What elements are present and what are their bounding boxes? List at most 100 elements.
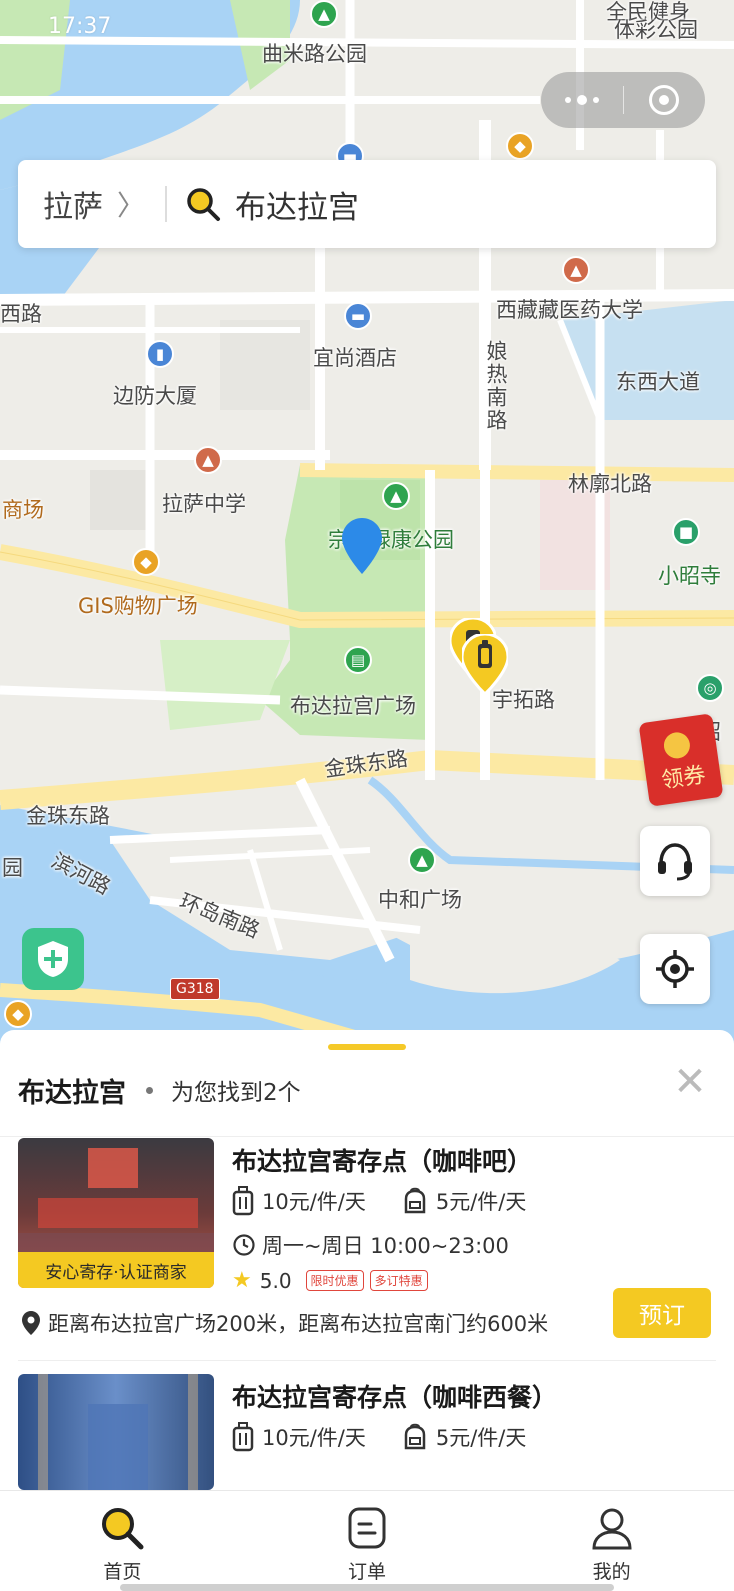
school-icon: ▲	[562, 256, 590, 284]
mall-icon: ◆	[132, 548, 160, 576]
office-building-icon: ▮	[146, 340, 174, 368]
map-label-dongxi-avenue: 东西大道	[616, 370, 700, 394]
tab-label: 首页	[103, 1561, 142, 1583]
search-icon	[187, 188, 221, 221]
sheet-title: 布达拉宫	[18, 1077, 126, 1109]
bag-price: 5元/件/天	[435, 1190, 527, 1214]
map-label-qumi-park: 曲米路公园	[262, 42, 367, 66]
customer-service-button[interactable]	[640, 826, 710, 896]
search-input[interactable]: 布达拉宫	[235, 182, 359, 227]
search-divider	[165, 186, 168, 222]
map-label-yishang-hotel: 宜尚酒店	[313, 346, 397, 370]
divider	[0, 1136, 734, 1137]
headset-icon	[658, 843, 692, 881]
map-label-jinzhu-east-2: 金珠东路	[26, 804, 110, 828]
locate-crosshair-icon	[656, 950, 694, 988]
chevron-right-icon: 〉	[117, 189, 146, 222]
sheet-subtitle: 为您找到2个	[171, 1080, 301, 1106]
mall-icon: ◆	[506, 132, 534, 160]
park-icon: ▲	[408, 846, 436, 874]
g318-road-sign: G318	[170, 978, 220, 1000]
divider	[18, 1360, 716, 1361]
luggage-price: 10元/件/天	[262, 1426, 366, 1450]
map-label-linkuo-north: 林廓北路	[568, 472, 652, 496]
mall-icon: ◆	[4, 1000, 32, 1028]
promo-tag: 限时优惠	[305, 1270, 364, 1291]
hotel-icon: ▬	[344, 302, 372, 330]
rating-row: ★ 5.0 限时优惠 多订特惠	[232, 1268, 428, 1293]
park-icon: ▲	[310, 0, 338, 28]
map-label-potala-square: 布达拉宫广场	[290, 694, 416, 718]
map-label-tibet-medical: 西藏藏医药大学	[496, 298, 643, 322]
status-time: 17:37	[48, 14, 112, 39]
store-photo	[18, 1374, 214, 1490]
tab-bar: 首页 订单 我的	[0, 1490, 734, 1591]
tab-label: 我的	[592, 1561, 631, 1583]
certified-merchant-badge: 安心寄存·认证商家	[18, 1252, 214, 1288]
store-name: 布达拉宫寄存点（咖啡西餐）	[232, 1383, 558, 1412]
miniprogram-capsule	[541, 72, 705, 128]
luggage-price: 10元/件/天	[262, 1190, 366, 1214]
coupon-label: 领券	[660, 762, 708, 794]
shield-plus-icon	[38, 941, 68, 977]
backpack-icon	[404, 1423, 426, 1450]
map-label-niangre-road: 娘热南路	[484, 340, 508, 432]
luggage-pin-icon[interactable]	[462, 634, 508, 694]
map-label-xiaozhao-temple: 小昭寺	[658, 564, 721, 588]
location-marker-icon	[22, 1311, 40, 1335]
map-label-xi-road: 西路	[0, 302, 42, 326]
map-label-ticai-park: 体彩公园	[614, 18, 698, 42]
price-row: 10元/件/天 5元/件/天	[232, 1186, 526, 1216]
store-photo: 安心寄存·认证商家	[18, 1138, 214, 1288]
locate-button[interactable]	[640, 934, 710, 1004]
promo-tag: 多订特惠	[369, 1270, 428, 1291]
temple-icon: ■	[672, 518, 700, 546]
school-icon: ▲	[194, 446, 222, 474]
result-sheet: 布达拉宫 为您找到2个 ✕ 安心寄存·认证商家 布达拉宫寄存点（咖啡吧） 10元…	[0, 1030, 734, 1490]
hours-row: 周一~周日 10:00~23:00	[232, 1230, 509, 1260]
home-indicator	[120, 1584, 614, 1591]
map-view[interactable]: 17:37 曲米路公园 全民健身 体彩公园 西路 西藏藏医药大学 宜尚酒店 娘热…	[0, 0, 734, 1050]
opening-hours: 周一~周日 10:00~23:00	[262, 1234, 509, 1258]
map-label-mall: 商场	[2, 498, 44, 522]
bag-price: 5元/件/天	[435, 1426, 527, 1450]
tab-mine[interactable]: 我的	[489, 1491, 734, 1591]
city-selector[interactable]: 拉萨 〉	[43, 182, 145, 226]
park-icon: ▲	[382, 482, 410, 510]
clock-icon	[233, 1234, 255, 1256]
backpack-icon	[404, 1187, 426, 1214]
store-photo-image	[18, 1374, 214, 1490]
sheet-drag-handle[interactable]	[328, 1044, 406, 1050]
map-label-yuan: 园	[2, 856, 23, 880]
sheet-header: 布达拉宫 为您找到2个	[18, 1066, 301, 1114]
distance-text: 距离布达拉宫广场200米，距离布达拉宫南门约600米	[48, 1312, 549, 1336]
close-icon[interactable]: ✕	[668, 1062, 712, 1106]
book-button[interactable]: 预订	[613, 1288, 711, 1338]
store-name: 布达拉宫寄存点（咖啡吧）	[232, 1147, 533, 1176]
suitcase-icon	[232, 1186, 254, 1216]
suitcase-icon	[232, 1422, 254, 1452]
star-icon: ★	[232, 1268, 252, 1293]
tab-orders[interactable]: 订单	[245, 1491, 490, 1591]
search-icon	[102, 1508, 144, 1550]
safety-shield-button[interactable]	[22, 928, 84, 990]
tab-label: 订单	[348, 1561, 387, 1583]
price-row: 10元/件/天 5元/件/天	[232, 1422, 526, 1452]
map-label-lhasa-middle-school: 拉萨中学	[162, 492, 246, 516]
rating-value: 5.0	[259, 1268, 292, 1293]
user-icon	[592, 1508, 632, 1550]
map-label-gis-plaza: GIS购物广场	[78, 594, 198, 618]
more-dots-icon[interactable]	[541, 95, 623, 105]
separator-dot	[146, 1086, 153, 1094]
distance-row: 距离布达拉宫广场200米，距离布达拉宫南门约600米	[22, 1308, 548, 1338]
city-name: 拉萨	[43, 190, 103, 225]
tab-home[interactable]: 首页	[0, 1491, 245, 1591]
map-label-zhonghe-square: 中和广场	[378, 888, 462, 912]
target-circle-icon[interactable]	[624, 85, 706, 115]
square-icon: ▤	[344, 646, 372, 674]
coupon-button[interactable]: 领券	[638, 713, 724, 807]
location-pin-icon[interactable]	[342, 518, 382, 574]
order-icon	[348, 1507, 386, 1549]
map-label-bianfang-building: 边防大厦	[113, 384, 197, 408]
camera-icon: ◎	[696, 674, 724, 702]
